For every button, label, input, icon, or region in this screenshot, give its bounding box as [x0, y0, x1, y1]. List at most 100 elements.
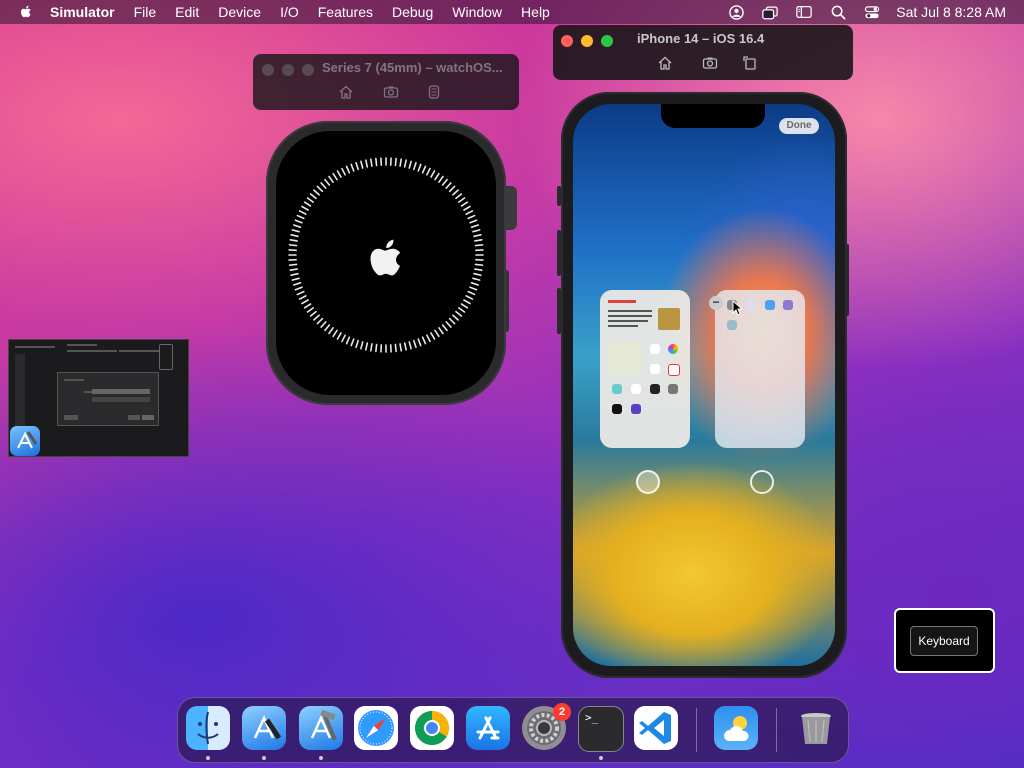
progress-tick	[360, 341, 364, 350]
user-account-icon[interactable]	[728, 4, 744, 20]
progress-tick	[370, 158, 373, 167]
page-checkmark-unselected[interactable]	[750, 470, 774, 494]
display-mirroring-icon[interactable]	[796, 4, 812, 20]
page-checkmark-selected[interactable]	[636, 470, 660, 494]
progress-tick	[292, 282, 302, 286]
calendar-widget	[608, 342, 642, 376]
watch-close-button[interactable]	[262, 64, 274, 76]
iphone-notch	[661, 104, 765, 128]
progress-tick	[463, 299, 471, 305]
trash-icon[interactable]	[794, 706, 838, 750]
progress-tick	[430, 170, 436, 178]
progress-tick	[408, 160, 412, 169]
stage-manager-icon[interactable]	[762, 4, 778, 20]
watch-simulator-toolbar: Series 7 (45mm) – watchOS...	[253, 54, 519, 110]
progress-tick	[469, 286, 478, 291]
progress-tick	[298, 295, 307, 300]
iphone-screen[interactable]: Done −	[573, 104, 835, 666]
menu-device[interactable]: Device	[218, 4, 261, 20]
menu-help[interactable]: Help	[521, 4, 550, 20]
health-app-icon	[631, 384, 641, 394]
progress-tick	[421, 165, 427, 174]
iphone-minimize-button[interactable]	[581, 35, 593, 47]
home-icon[interactable]	[657, 55, 673, 71]
progress-tick	[375, 343, 378, 353]
wallet-app-icon	[650, 384, 660, 394]
files-app-icon	[765, 300, 775, 310]
xcode-window-thumbnail[interactable]	[8, 339, 189, 457]
progress-tick	[426, 167, 431, 176]
menu-io[interactable]: I/O	[280, 4, 299, 20]
progress-tick	[309, 310, 317, 317]
xcode-running-indicator	[319, 756, 323, 760]
xcode-dialog	[57, 372, 159, 426]
progress-tick	[469, 219, 478, 224]
progress-tick	[470, 282, 480, 286]
terminal-icon[interactable]: >_	[578, 706, 624, 752]
shortcuts-app-icon	[631, 404, 641, 414]
progress-tick	[306, 307, 314, 313]
watch-zoom-button[interactable]	[302, 64, 314, 76]
progress-tick	[434, 172, 440, 181]
rotate-icon[interactable]	[742, 55, 758, 71]
control-center-icon[interactable]	[864, 4, 880, 20]
progress-tick	[403, 342, 407, 351]
remove-page-button[interactable]: −	[709, 296, 723, 310]
xcode-beta-running-indicator	[262, 756, 266, 760]
keyboard-hud: Keyboard	[894, 608, 995, 673]
app-icon	[727, 320, 737, 330]
app-store-icon[interactable]	[466, 706, 510, 750]
menu-features[interactable]: Features	[318, 4, 373, 20]
side-button-icon[interactable]	[426, 84, 442, 100]
keyboard-button[interactable]: Keyboard	[910, 626, 978, 656]
app-icon	[783, 300, 793, 310]
menu-edit[interactable]: Edit	[175, 4, 199, 20]
menu-bar: Simulator File Edit Device I/O Features …	[0, 0, 1024, 24]
safari-icon[interactable]	[354, 706, 398, 750]
xcode-beta-icon[interactable]	[242, 706, 286, 750]
xcode-icon[interactable]	[299, 706, 343, 750]
progress-tick	[294, 286, 303, 291]
iphone-zoom-button[interactable]	[601, 35, 613, 47]
home-page-card[interactable]	[600, 290, 690, 448]
menu-window[interactable]: Window	[452, 4, 502, 20]
progress-tick	[399, 343, 402, 352]
progress-tick	[341, 167, 346, 176]
screenshot-icon[interactable]	[383, 84, 399, 100]
weather-icon[interactable]	[714, 706, 758, 750]
chrome-icon[interactable]	[410, 706, 454, 750]
progress-tick	[460, 303, 469, 309]
progress-tick	[470, 224, 480, 228]
screenshot-icon[interactable]	[702, 55, 718, 71]
progress-tick	[474, 268, 483, 271]
menu-debug[interactable]: Debug	[392, 4, 433, 20]
progress-tick	[413, 339, 417, 349]
dock-separator	[776, 708, 777, 752]
progress-tick	[417, 163, 422, 172]
home-icon[interactable]	[338, 84, 354, 100]
progress-tick	[438, 175, 444, 183]
home-page-card[interactable]	[715, 290, 805, 448]
progress-tick	[441, 324, 448, 332]
watch-minimize-button[interactable]	[282, 64, 294, 76]
done-button[interactable]: Done	[779, 118, 819, 134]
progress-tick	[328, 327, 334, 335]
progress-tick	[467, 214, 476, 220]
apple-menu-icon[interactable]	[18, 4, 34, 20]
camera-app-icon	[668, 384, 678, 394]
iphone-close-button[interactable]	[561, 35, 573, 47]
finder-icon[interactable]	[186, 706, 230, 750]
menu-clock[interactable]: Sat Jul 8 8:28 AM	[896, 4, 1006, 20]
menu-app-name[interactable]: Simulator	[50, 4, 115, 20]
progress-tick	[413, 161, 417, 171]
spotlight-search-icon[interactable]	[830, 4, 846, 20]
menu-file[interactable]: File	[134, 4, 157, 20]
progress-tick	[360, 160, 364, 169]
progress-tick	[289, 239, 298, 242]
progress-tick	[403, 159, 407, 168]
progress-tick	[332, 172, 338, 181]
progress-tick	[474, 244, 484, 247]
progress-tick	[291, 229, 300, 233]
vscode-icon[interactable]	[634, 706, 678, 750]
iphone-window-title: iPhone 14 – iOS 16.4	[637, 31, 765, 46]
